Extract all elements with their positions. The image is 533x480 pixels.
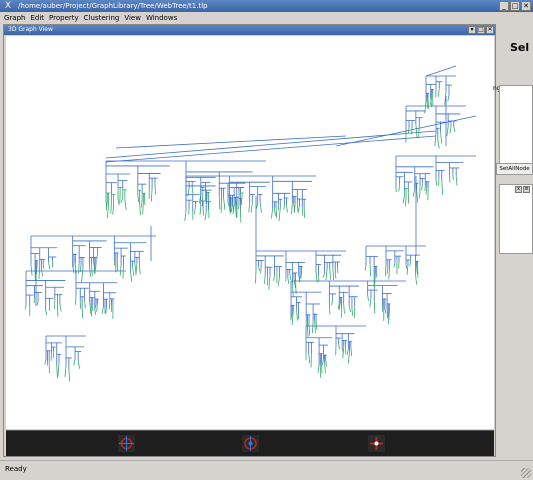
- tree-visualization: [25, 65, 477, 382]
- panel-close-button[interactable]: x: [515, 186, 522, 193]
- menu-view[interactable]: View: [124, 13, 141, 23]
- navigation-toolbar: [6, 430, 494, 456]
- navigate-icon[interactable]: [118, 435, 135, 452]
- property-table[interactable]: [499, 184, 533, 254]
- graph-view-close-button[interactable]: ✕: [486, 26, 494, 34]
- menu-property[interactable]: Property: [49, 13, 79, 23]
- minimize-button[interactable]: _: [499, 1, 509, 11]
- graph-canvas[interactable]: [6, 36, 494, 429]
- statusbar: Ready: [0, 460, 533, 480]
- x-app-icon[interactable]: X: [3, 1, 13, 11]
- panel-options-button[interactable]: ≡: [523, 186, 530, 193]
- graph-view-titlebar[interactable]: 3D Graph View ▾ □ ✕: [4, 25, 495, 35]
- window-title: /home/auber/Project/GraphLibrary/Tree/We…: [18, 2, 208, 10]
- graph-view-title: 3D Graph View: [8, 26, 53, 33]
- zoom-icon[interactable]: [368, 435, 385, 452]
- resize-grip[interactable]: [521, 468, 531, 478]
- close-button[interactable]: ✕: [521, 1, 531, 11]
- menubar: Graph Edit Property Clustering View Wind…: [0, 12, 533, 24]
- maximize-button[interactable]: □: [510, 1, 520, 11]
- properties-dock: Sel nges SetAllNode x ≡: [493, 24, 533, 460]
- graph-view-window: 3D Graph View ▾ □ ✕: [3, 24, 496, 457]
- set-all-nodes-button[interactable]: SetAllNode: [496, 163, 533, 175]
- menu-windows[interactable]: Windows: [146, 13, 177, 23]
- status-text: Ready: [5, 465, 27, 473]
- rotate-icon[interactable]: [242, 435, 259, 452]
- window-titlebar[interactable]: X /home/auber/Project/GraphLibrary/Tree/…: [0, 0, 533, 12]
- menu-graph[interactable]: Graph: [4, 13, 25, 23]
- selection-heading: Sel: [510, 41, 530, 54]
- property-list[interactable]: [499, 85, 533, 170]
- graph-view-maximize-button[interactable]: □: [477, 26, 485, 34]
- menu-edit[interactable]: Edit: [30, 13, 44, 23]
- graph-view-menu-button[interactable]: ▾: [468, 26, 476, 34]
- menu-clustering[interactable]: Clustering: [84, 13, 120, 23]
